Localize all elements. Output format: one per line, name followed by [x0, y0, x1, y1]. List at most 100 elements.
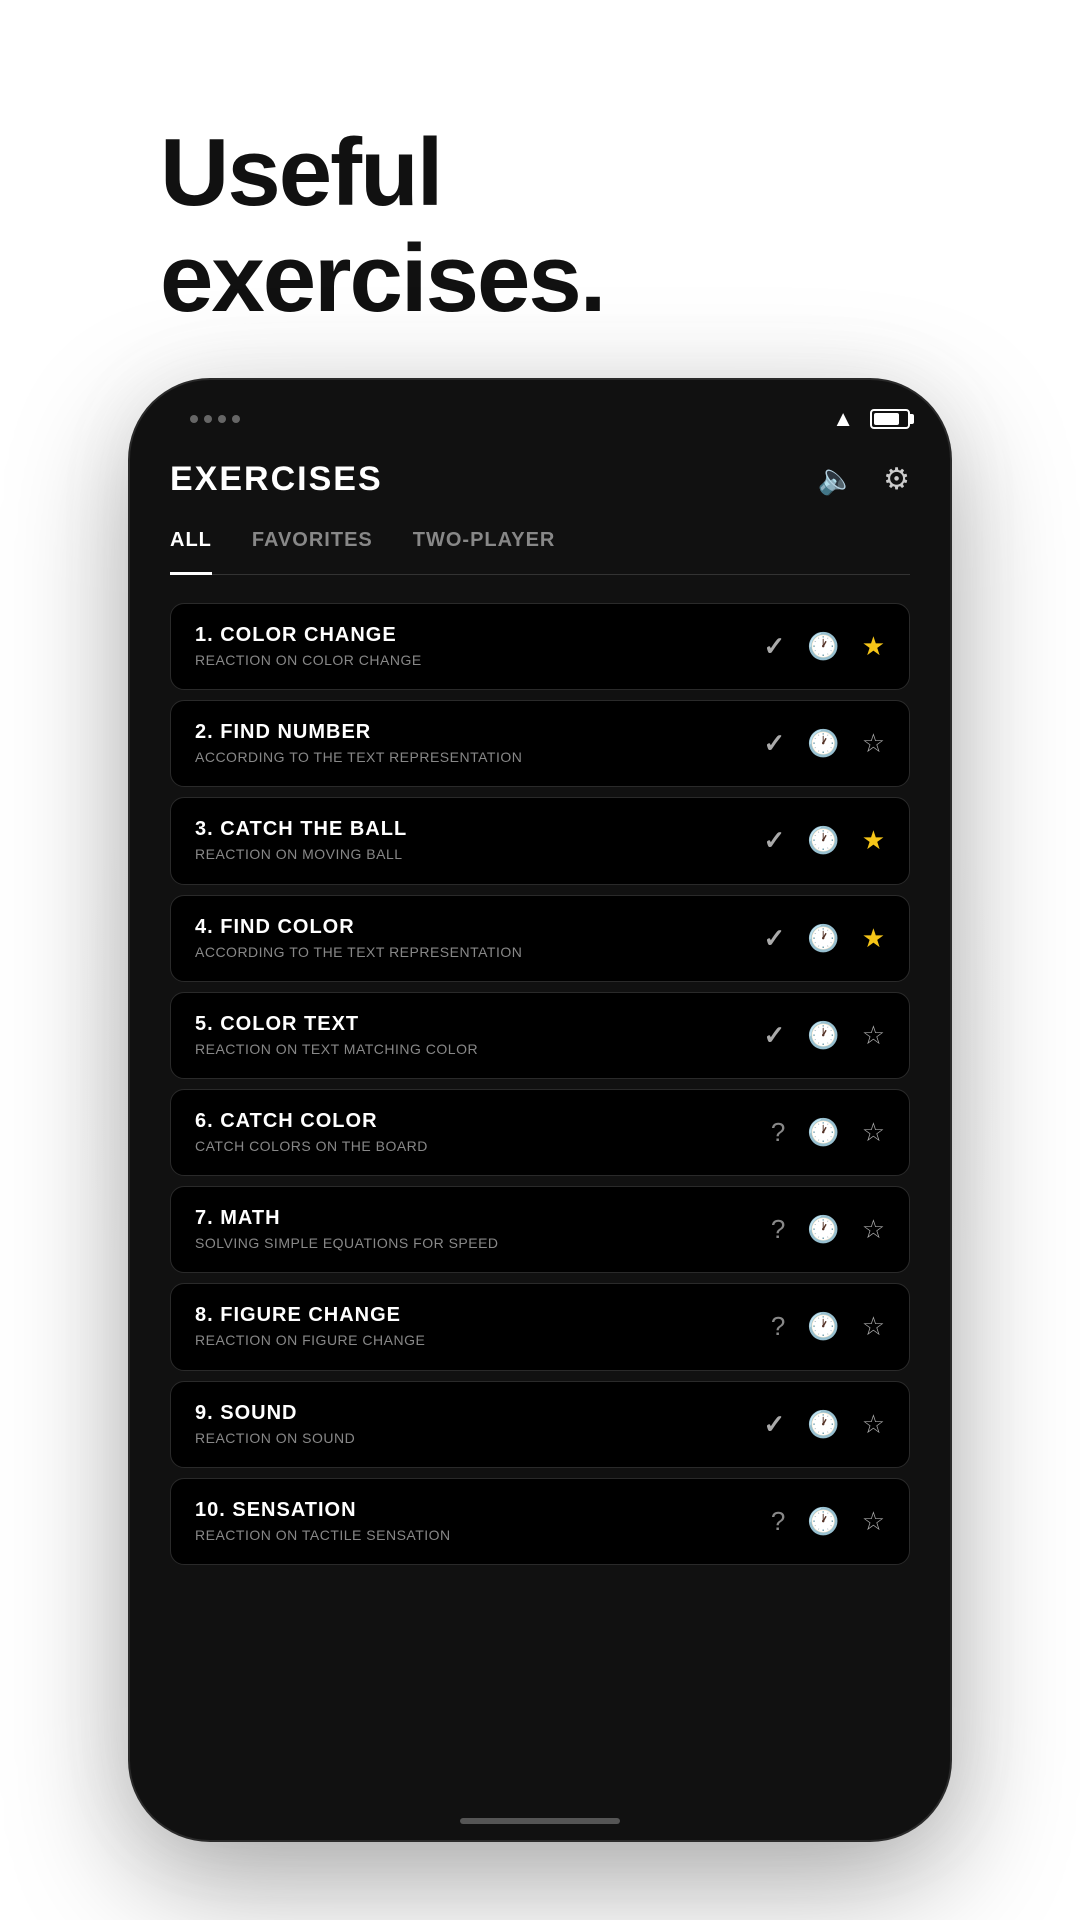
- exercise-subtitle: SOLVING SIMPLE EQUATIONS FOR SPEED: [195, 1234, 771, 1252]
- exercise-item[interactable]: 3. CATCH THE BALL REACTION ON MOVING BAL…: [170, 797, 910, 884]
- exercise-item[interactable]: 9. SOUND REACTION ON SOUND ✓ 🕐 ☆: [170, 1381, 910, 1468]
- exercise-info: 3. CATCH THE BALL REACTION ON MOVING BAL…: [195, 818, 764, 863]
- exercise-actions: ✓ 🕐 ★: [764, 923, 885, 954]
- sound-icon[interactable]: 🔈: [818, 462, 855, 497]
- exercise-subtitle: REACTION ON TEXT MATCHING COLOR: [195, 1040, 764, 1058]
- exercise-actions: ✓ 🕐 ★: [764, 825, 885, 856]
- exercise-item[interactable]: 6. CATCH COLOR CATCH COLORS ON THE BOARD…: [170, 1089, 910, 1176]
- exercise-actions: ? 🕐 ☆: [771, 1506, 885, 1537]
- exercise-subtitle: REACTION ON SOUND: [195, 1429, 764, 1447]
- exercise-subtitle: ACCORDING TO THE TEXT REPRESENTATION: [195, 748, 764, 766]
- hero-line1: Useful: [160, 120, 604, 226]
- star-icon[interactable]: ☆: [862, 1020, 885, 1051]
- signal-dot: [190, 415, 198, 423]
- page-title: EXERCISES: [170, 460, 383, 499]
- exercise-info: 10. SENSATION REACTION ON TACTILE SENSAT…: [195, 1499, 771, 1544]
- exercise-title: 9. SOUND: [195, 1402, 764, 1425]
- history-icon[interactable]: 🕐: [807, 1409, 839, 1440]
- exercise-actions: ✓ 🕐 ☆: [764, 728, 885, 759]
- hero-line2: exercises.: [160, 226, 604, 332]
- settings-icon[interactable]: ⚙: [883, 462, 910, 497]
- exercise-info: 7. MATH SOLVING SIMPLE EQUATIONS FOR SPE…: [195, 1207, 771, 1252]
- signal-dot: [218, 415, 226, 423]
- star-icon[interactable]: ☆: [862, 1117, 885, 1148]
- exercise-item[interactable]: 4. FIND COLOR ACCORDING TO THE TEXT REPR…: [170, 895, 910, 982]
- exercise-item[interactable]: 1. COLOR CHANGE REACTION ON COLOR CHANGE…: [170, 603, 910, 690]
- exercise-title: 5. COLOR TEXT: [195, 1013, 764, 1036]
- tab-two-player[interactable]: TWO-PLAYER: [413, 529, 556, 562]
- status-bar: ▲: [130, 380, 950, 440]
- exercise-info: 2. FIND NUMBER ACCORDING TO THE TEXT REP…: [195, 721, 764, 766]
- exercise-title: 7. MATH: [195, 1207, 771, 1230]
- history-icon[interactable]: 🕐: [807, 825, 839, 856]
- star-icon[interactable]: ★: [862, 825, 885, 856]
- star-icon[interactable]: ☆: [862, 1506, 885, 1537]
- tab-all[interactable]: ALL: [170, 529, 212, 562]
- exercise-title: 6. CATCH COLOR: [195, 1110, 771, 1133]
- tab-bar: ALL FAVORITES TWO-PLAYER: [170, 529, 910, 575]
- exercise-subtitle: REACTION ON TACTILE SENSATION: [195, 1526, 771, 1544]
- history-icon[interactable]: 🕐: [807, 1020, 839, 1051]
- question-icon: ?: [771, 1214, 785, 1245]
- exercise-title: 1. COLOR CHANGE: [195, 624, 764, 647]
- star-icon[interactable]: ★: [862, 631, 885, 662]
- home-indicator: [460, 1818, 620, 1824]
- star-icon[interactable]: ☆: [862, 1409, 885, 1440]
- exercise-actions: ? 🕐 ☆: [771, 1214, 885, 1245]
- exercise-title: 8. FIGURE CHANGE: [195, 1304, 771, 1327]
- phone-frame: ▲ EXERCISES 🔈 ⚙ ALL FAVORITES TWO-PLAYER…: [130, 380, 950, 1840]
- exercise-actions: ✓ 🕐 ☆: [764, 1020, 885, 1051]
- hero-text: Useful exercises.: [160, 120, 604, 331]
- signal-dot: [204, 415, 212, 423]
- star-icon[interactable]: ★: [862, 923, 885, 954]
- signal-dot: [232, 415, 240, 423]
- exercise-info: 1. COLOR CHANGE REACTION ON COLOR CHANGE: [195, 624, 764, 669]
- history-icon[interactable]: 🕐: [807, 1311, 839, 1342]
- tab-favorites[interactable]: FAVORITES: [252, 529, 373, 562]
- exercise-title: 10. SENSATION: [195, 1499, 771, 1522]
- exercise-item[interactable]: 2. FIND NUMBER ACCORDING TO THE TEXT REP…: [170, 700, 910, 787]
- history-icon[interactable]: 🕐: [807, 728, 839, 759]
- exercise-info: 4. FIND COLOR ACCORDING TO THE TEXT REPR…: [195, 916, 764, 961]
- exercise-actions: ? 🕐 ☆: [771, 1117, 885, 1148]
- exercise-info: 8. FIGURE CHANGE REACTION ON FIGURE CHAN…: [195, 1304, 771, 1349]
- wifi-icon: ▲: [832, 406, 854, 432]
- header-icons: 🔈 ⚙: [818, 462, 910, 497]
- exercise-subtitle: REACTION ON MOVING BALL: [195, 845, 764, 863]
- star-icon[interactable]: ☆: [862, 1311, 885, 1342]
- check-icon: ✓: [764, 728, 786, 759]
- question-icon: ?: [771, 1311, 785, 1342]
- history-icon[interactable]: 🕐: [807, 1117, 839, 1148]
- history-icon[interactable]: 🕐: [807, 1506, 839, 1537]
- app-header: EXERCISES 🔈 ⚙: [170, 450, 910, 499]
- check-icon: ✓: [764, 631, 786, 662]
- exercise-actions: ? 🕐 ☆: [771, 1311, 885, 1342]
- exercise-item[interactable]: 7. MATH SOLVING SIMPLE EQUATIONS FOR SPE…: [170, 1186, 910, 1273]
- check-icon: ✓: [764, 1020, 786, 1051]
- exercise-subtitle: ACCORDING TO THE TEXT REPRESENTATION: [195, 943, 764, 961]
- exercise-item[interactable]: 5. COLOR TEXT REACTION ON TEXT MATCHING …: [170, 992, 910, 1079]
- exercise-item[interactable]: 8. FIGURE CHANGE REACTION ON FIGURE CHAN…: [170, 1283, 910, 1370]
- exercise-item[interactable]: 10. SENSATION REACTION ON TACTILE SENSAT…: [170, 1478, 910, 1565]
- question-icon: ?: [771, 1117, 785, 1148]
- star-icon[interactable]: ☆: [862, 728, 885, 759]
- star-icon[interactable]: ☆: [862, 1214, 885, 1245]
- history-icon[interactable]: 🕐: [807, 1214, 839, 1245]
- exercise-info: 6. CATCH COLOR CATCH COLORS ON THE BOARD: [195, 1110, 771, 1155]
- history-icon[interactable]: 🕐: [807, 923, 839, 954]
- exercise-title: 3. CATCH THE BALL: [195, 818, 764, 841]
- screen-content: EXERCISES 🔈 ⚙ ALL FAVORITES TWO-PLAYER 1…: [130, 440, 950, 1565]
- check-icon: ✓: [764, 825, 786, 856]
- exercise-title: 2. FIND NUMBER: [195, 721, 764, 744]
- question-icon: ?: [771, 1506, 785, 1537]
- exercise-actions: ✓ 🕐 ☆: [764, 1409, 885, 1440]
- exercise-title: 4. FIND COLOR: [195, 916, 764, 939]
- history-icon[interactable]: 🕐: [807, 631, 839, 662]
- exercise-info: 9. SOUND REACTION ON SOUND: [195, 1402, 764, 1447]
- exercise-subtitle: REACTION ON FIGURE CHANGE: [195, 1331, 771, 1349]
- exercise-subtitle: REACTION ON COLOR CHANGE: [195, 651, 764, 669]
- exercise-actions: ✓ 🕐 ★: [764, 631, 885, 662]
- check-icon: ✓: [764, 1409, 786, 1440]
- battery-fill: [874, 413, 899, 425]
- exercise-subtitle: CATCH COLORS ON THE BOARD: [195, 1137, 771, 1155]
